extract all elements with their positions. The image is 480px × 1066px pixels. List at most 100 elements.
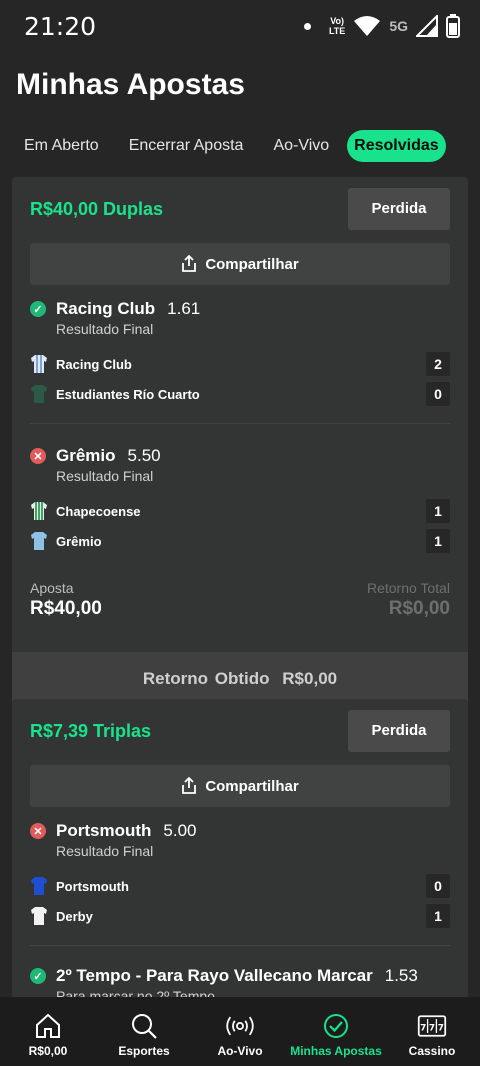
nav-minhas-apostas[interactable]: Minhas Apostas — [288, 997, 384, 1066]
check-circle-icon — [321, 1011, 351, 1041]
tab-ao-vivo[interactable]: Ao-Vivo — [261, 130, 341, 162]
volte-icon: Vo) LTE — [329, 16, 345, 36]
striped-kit-icon — [31, 502, 47, 520]
team-score: 2 — [426, 352, 450, 376]
bet-leg: ✕ Grêmio 5.50 Resultado Final Chapecoens… — [12, 446, 468, 556]
stake-value: R$40,00 — [30, 598, 102, 619]
total-return-label: Retorno Total — [366, 580, 450, 596]
status-time: 21:20 — [24, 12, 97, 41]
tab-em-aberto[interactable]: Em Aberto — [12, 130, 111, 162]
share-icon — [182, 255, 197, 272]
leg-market: Resultado Final — [56, 843, 154, 859]
battery-icon — [446, 14, 460, 38]
bet-status-button[interactable]: Perdida — [348, 188, 450, 230]
share-label: Compartilhar — [205, 777, 299, 795]
bet-card-header: R$40,00 Duplas Perdida — [12, 177, 468, 237]
svg-text:7: 7 — [420, 1023, 426, 1033]
leg-selection: Racing Club — [56, 299, 156, 318]
lost-x-icon: ✕ — [30, 823, 46, 839]
kit-icon — [31, 877, 47, 895]
bet-leg: ✓ 2º Tempo - Para Rayo Vallecano Marcar … — [12, 966, 468, 997]
team-row: Chapecoense 1 — [30, 496, 450, 526]
kit-icon — [31, 385, 47, 403]
team-row: Portsmouth 0 — [30, 871, 450, 901]
wifi-icon — [354, 16, 381, 36]
won-check-icon: ✓ — [30, 301, 46, 317]
nav-label: Cassino — [408, 1044, 456, 1058]
team-row: Grêmio 1 — [30, 526, 450, 556]
leg-divider — [30, 945, 450, 946]
team-score: 1 — [426, 904, 450, 928]
bet-title: R$7,39 Triplas — [30, 721, 152, 741]
team-score: 0 — [426, 874, 450, 898]
bet-leg: ✕ Portsmouth 5.00 Resultado Final Portsm… — [12, 821, 468, 931]
team-row: Racing Club 2 — [30, 349, 450, 379]
leg-odd: 5.50 — [127, 446, 161, 465]
team-score: 1 — [426, 529, 450, 553]
share-button[interactable]: Compartilhar — [30, 243, 450, 285]
team-score: 1 — [426, 499, 450, 523]
bets-list[interactable]: R$40,00 Duplas Perdida Compartilhar ✓ Ra… — [0, 177, 480, 997]
leg-odd: 5.00 — [163, 821, 197, 840]
network-type-label: 5G — [389, 18, 408, 34]
team-row: Derby 1 — [30, 901, 450, 931]
leg-market: Para marcar no 2º Tempo — [56, 988, 215, 997]
bottom-nav: R$0,00 Esportes Ao-Vivo Minhas Apostas 7… — [0, 997, 480, 1066]
nav-esportes[interactable]: Esportes — [96, 997, 192, 1066]
bet-totals: Aposta R$40,00 Retorno Total R$0,00 — [12, 580, 468, 640]
leg-odd: 1.53 — [384, 966, 418, 985]
page-title: Minhas Apostas — [16, 68, 245, 101]
svg-text:7: 7 — [429, 1023, 435, 1033]
notification-dot-icon — [303, 22, 311, 30]
leg-divider — [30, 423, 450, 424]
team-name: Racing Club — [56, 356, 132, 372]
team-name: Derby — [56, 908, 93, 924]
signal-icon — [416, 15, 438, 37]
leg-selection: Grêmio — [56, 446, 116, 465]
bet-card-header: R$7,39 Triplas Perdida — [12, 699, 468, 759]
bet-title: R$40,00 Duplas — [30, 199, 164, 219]
volte-bottom-label: LTE — [328, 26, 346, 36]
nav-ao-vivo[interactable]: Ao-Vivo — [192, 997, 288, 1066]
live-broadcast-icon — [225, 1011, 255, 1041]
team-name: Estudiantes Río Cuarto — [56, 386, 200, 402]
obtained-return-value: R$0,00 — [282, 669, 338, 688]
status-icons: Vo) LTE 5G — [303, 14, 460, 38]
team-name: Grêmio — [56, 533, 102, 549]
striped-kit-icon — [31, 355, 47, 373]
tab-resolvidas[interactable]: Resolvidas — [347, 130, 446, 162]
bets-tabs: Em Aberto Encerrar Aposta Ao-Vivo Resolv… — [12, 130, 446, 162]
bet-status-button[interactable]: Perdida — [348, 710, 450, 752]
nav-label: R$0,00 — [28, 1044, 68, 1058]
leg-market: Resultado Final — [56, 468, 154, 484]
volte-top-label: Vo) — [330, 16, 345, 26]
obtained-return-label: Retorno Obtido — [142, 669, 270, 688]
bet-card: R$7,39 Triplas Perdida Compartilhar ✕ Po… — [12, 699, 468, 997]
team-row: Estudiantes Río Cuarto 0 — [30, 379, 450, 409]
svg-text:7: 7 — [438, 1023, 444, 1033]
kit-icon — [31, 532, 47, 550]
bet-card: R$40,00 Duplas Perdida Compartilhar ✓ Ra… — [12, 177, 468, 706]
stake-label: Aposta — [30, 580, 74, 596]
team-name: Chapecoense — [56, 503, 141, 519]
search-icon — [129, 1011, 159, 1041]
tab-encerrar-aposta[interactable]: Encerrar Aposta — [117, 130, 256, 162]
obtained-return: Retorno Obtido R$0,00 — [12, 652, 468, 706]
nav-label: Ao-Vivo — [217, 1044, 263, 1058]
slot-machine-icon: 777 — [417, 1011, 447, 1041]
nav-label: Esportes — [118, 1044, 170, 1058]
won-check-icon: ✓ — [30, 968, 46, 984]
leg-odd: 1.61 — [167, 299, 201, 318]
total-return-value: R$0,00 — [388, 598, 450, 619]
share-button[interactable]: Compartilhar — [30, 765, 450, 807]
share-label: Compartilhar — [205, 255, 299, 273]
leg-market: Resultado Final — [56, 321, 154, 337]
nav-home[interactable]: R$0,00 — [0, 997, 96, 1066]
nav-label: Minhas Apostas — [290, 1044, 382, 1058]
nav-cassino[interactable]: 777 Cassino — [384, 997, 480, 1066]
share-icon — [182, 777, 197, 794]
leg-selection: Portsmouth — [56, 821, 152, 840]
status-bar: 21:20 Vo) LTE 5G — [0, 0, 480, 56]
kit-icon — [31, 907, 47, 925]
team-score: 0 — [426, 382, 450, 406]
